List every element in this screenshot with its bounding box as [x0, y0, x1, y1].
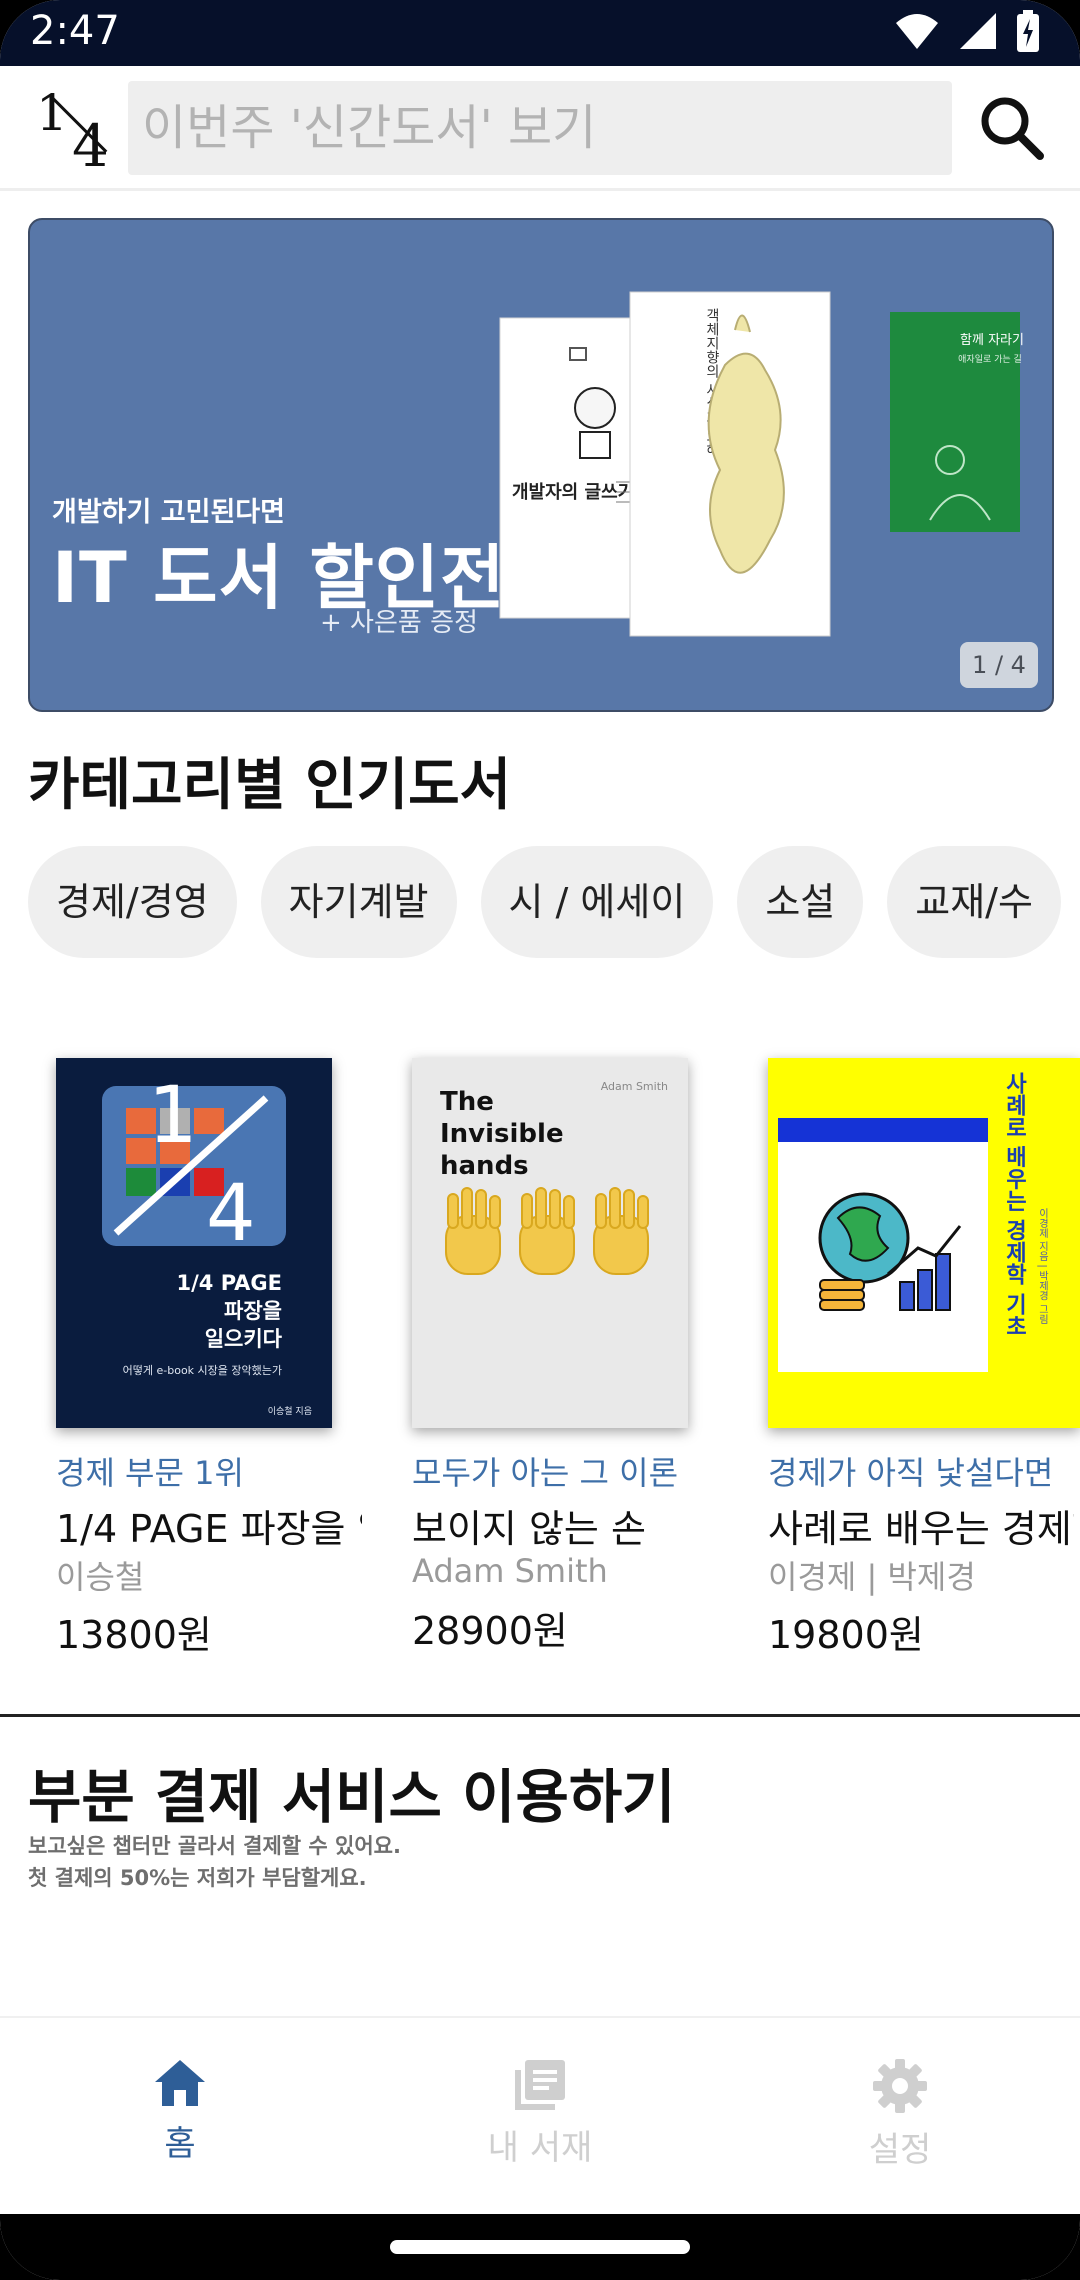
status-bar: 2:47: [0, 0, 1080, 66]
banner-gift-text: + 사은품 증정: [320, 608, 478, 638]
library-icon: [515, 2060, 565, 2110]
payment-section-title[interactable]: 부분 결제 서비스 이용하기: [28, 1750, 676, 1834]
nav-home[interactable]: 홈: [80, 2058, 280, 2178]
app-screen: 2:47 1 4 이번주 '신간도서' 보기 함께 자라기 애자일로 가는 길 …: [0, 0, 1080, 2280]
home-gesture-bar[interactable]: [390, 2240, 690, 2254]
book-card-2[interactable]: Adam Smith The Invisible hands 모두가 아는 그 …: [384, 1040, 714, 1680]
book-card-1[interactable]: 1 4 1/4 PAGE 파장을 일으키다 어떻게 e-book 시장을 장악했…: [28, 1040, 362, 1680]
cover-title-dev-writing: 개발자의 글쓰기: [512, 482, 634, 503]
cover-author: 이승철 지음: [268, 1406, 312, 1417]
promo-banner[interactable]: 함께 자라기 애자일로 가는 길 개발자의 글쓰기 객체지향의 사실과 오해 개…: [28, 218, 1054, 712]
book-cover-art-3: 사례로 배우는 경제학 기초 이경제 지음 | 박제경 그림: [768, 1058, 1080, 1428]
cover-line3: 일으키다: [205, 1327, 283, 1351]
cover-vertical-author: 이경제 지음 | 박제경 그림: [1037, 1208, 1049, 1324]
gear-icon: [873, 2059, 927, 2113]
payment-description-1: 보고싶은 챕터만 골라서 결제할 수 있어요.: [28, 1834, 401, 1858]
payment-description-2: 첫 결제의 50%는 저희가 부담할게요.: [28, 1866, 367, 1890]
search-input[interactable]: [128, 81, 932, 175]
cover-line1: The: [440, 1087, 494, 1117]
banner-book-covers: 함께 자라기 애자일로 가는 길 개발자의 글쓰기 객체지향의 사실과 오해: [499, 291, 1024, 637]
category-section-title: 카테고리별 인기도서: [28, 753, 512, 818]
logo-denominator: 4: [72, 112, 109, 180]
cover-line1: 1/4 PAGE: [176, 1271, 282, 1295]
cover-logo-one: 1: [148, 1071, 198, 1161]
battery-icon: [1017, 10, 1039, 52]
book-price: 13800원: [56, 1613, 212, 1657]
category-chip-self-development[interactable]: 자기계발: [260, 846, 457, 958]
cover-title-together: 함께 자라기: [960, 333, 1024, 348]
cover-line3: hands: [440, 1151, 529, 1181]
nav-library[interactable]: 내 서재: [440, 2058, 640, 2178]
logo-numerator: 1: [36, 84, 68, 142]
book-title: 사례로 배우는 경제학 기초: [768, 1507, 1074, 1551]
search-icon[interactable]: [972, 88, 1052, 168]
cover-author-small: Adam Smith: [601, 1080, 668, 1093]
category-chip-textbook[interactable]: 교재/수: [887, 846, 1061, 958]
book-author: 이승철: [56, 1558, 145, 1596]
search-box: [128, 81, 952, 175]
book-title: 1/4 PAGE 파장을 일으키다: [56, 1507, 362, 1551]
signal-icon: [960, 13, 996, 49]
cover-line2: 파장을: [224, 1299, 282, 1323]
book-author: Adam Smith: [412, 1552, 608, 1590]
book-tag: 경제가 아직 낯설다면: [768, 1454, 1054, 1492]
book-cover-art-2: Adam Smith The Invisible hands: [412, 1058, 688, 1428]
book-cover-3[interactable]: 사례로 배우는 경제학 기초 이경제 지음 | 박제경 그림: [768, 1058, 1080, 1428]
book-price: 19800원: [768, 1613, 924, 1657]
status-time: 2:47: [30, 8, 120, 54]
book-author: 이경제 | 박제경: [768, 1558, 976, 1596]
cover-subtitle-together: 애자일로 가는 길: [958, 354, 1022, 365]
app-logo[interactable]: 1 4: [28, 84, 112, 180]
book-cover-art-1: 1 4 1/4 PAGE 파장을 일으키다 어떻게 e-book 시장을 장악했…: [56, 1058, 332, 1428]
cover-caption: 어떻게 e-book 시장을 장악했는가: [123, 1364, 282, 1377]
book-title: 보이지 않는 손: [412, 1507, 646, 1551]
nav-library-label: 내 서재: [487, 2128, 593, 2168]
nav-settings-label: 설정: [868, 2130, 932, 2170]
wifi-icon: [896, 14, 938, 49]
section-divider: [0, 1714, 1080, 1717]
banner-page-indicator: 1 / 4: [960, 642, 1038, 688]
cover-logo-four: 4: [206, 1169, 256, 1259]
cover-vertical-title: 사례로 배우는 경제학 기초: [1002, 1072, 1027, 1337]
status-icons: [894, 10, 1040, 52]
book-cover-2[interactable]: Adam Smith The Invisible hands: [412, 1058, 688, 1428]
category-chip-poetry-essay[interactable]: 시 / 에세이: [480, 846, 714, 958]
book-tag: 경제 부문 1위: [56, 1454, 244, 1492]
category-chip-list: 경제/경영 자기계발 시 / 에세이 소설 교재/수: [28, 846, 1080, 960]
top-search-bar: 1 4: [0, 66, 1080, 191]
nav-home-label: 홈: [164, 2124, 196, 2164]
book-list: 1 4 1/4 PAGE 파장을 일으키다 어떻게 e-book 시장을 장악했…: [0, 1040, 1080, 1680]
category-chip-economy[interactable]: 경제/경영: [28, 846, 237, 958]
home-icon: [155, 2060, 205, 2106]
category-chip-novel[interactable]: 소설: [737, 846, 864, 958]
book-tag: 모두가 아는 그 이론: [412, 1454, 679, 1492]
nav-settings[interactable]: 설정: [800, 2058, 1000, 2178]
book-card-3[interactable]: 사례로 배우는 경제학 기초 이경제 지음 | 박제경 그림 경제가 아직 낯설…: [740, 1040, 1080, 1680]
book-price: 28900원: [412, 1609, 568, 1653]
book-cover-1[interactable]: 1 4 1/4 PAGE 파장을 일으키다 어떻게 e-book 시장을 장악했…: [56, 1058, 332, 1428]
cover-line2: Invisible: [440, 1119, 564, 1149]
bottom-navigation: 홈 내 서재 설정: [0, 2016, 1080, 2216]
